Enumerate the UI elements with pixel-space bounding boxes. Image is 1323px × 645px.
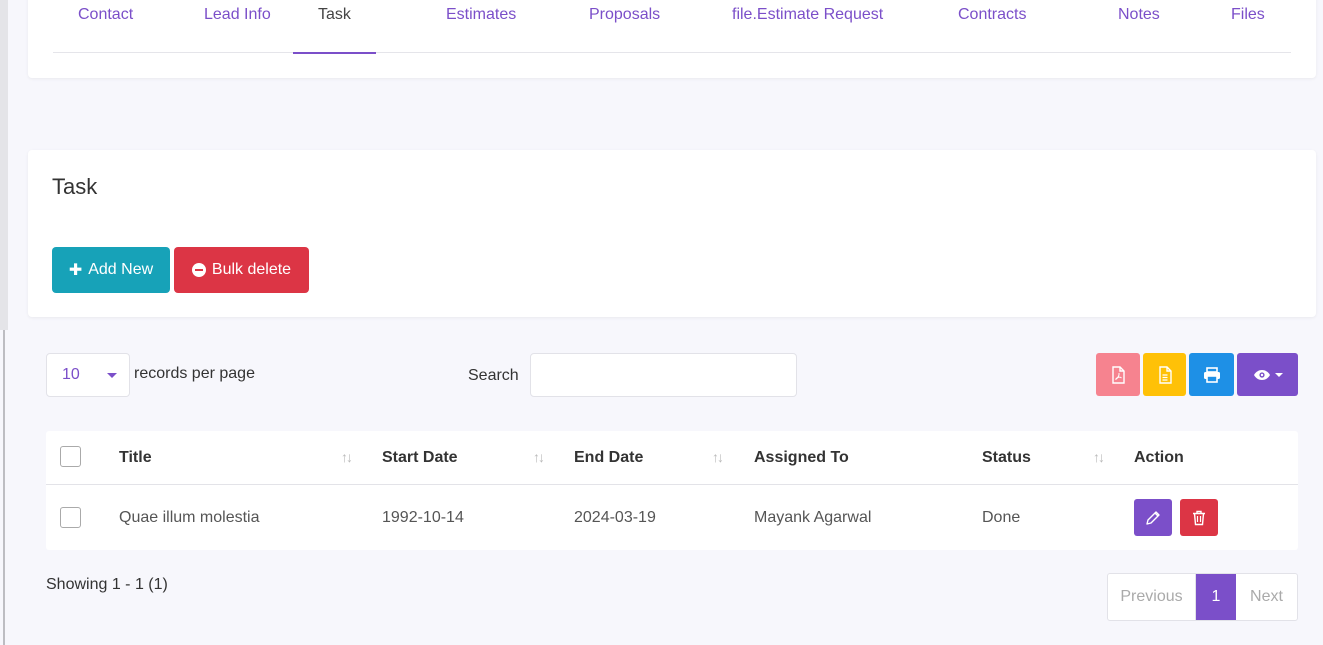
left-rail-line bbox=[3, 330, 5, 645]
tab-files[interactable]: Files bbox=[1231, 0, 1265, 53]
search-label: Search bbox=[468, 367, 519, 384]
header-status[interactable]: Status bbox=[982, 449, 1031, 467]
header-end-date[interactable]: End Date bbox=[574, 449, 643, 467]
header-action: Action bbox=[1134, 449, 1184, 466]
left-rail bbox=[0, 0, 8, 330]
export-pdf-button[interactable] bbox=[1096, 353, 1140, 396]
tab-task[interactable]: Task bbox=[293, 0, 376, 54]
cell-end-date: 2024-03-19 bbox=[574, 509, 656, 526]
bulk-delete-label: Bulk delete bbox=[211, 261, 292, 278]
cell-start-date: 1992-10-14 bbox=[382, 509, 464, 526]
per-page-value: 10 bbox=[62, 366, 80, 383]
print-button[interactable] bbox=[1189, 353, 1234, 396]
sort-icon[interactable]: ↑↓ bbox=[341, 449, 353, 465]
cell-status: Done bbox=[982, 509, 1021, 526]
header-title[interactable]: Title bbox=[119, 449, 152, 467]
previous-page-button[interactable]: Previous bbox=[1108, 574, 1196, 620]
plus-icon: ✚ bbox=[68, 262, 83, 279]
pagination: Previous 1 Next bbox=[1107, 573, 1298, 621]
search-input[interactable] bbox=[530, 353, 797, 397]
cell-assigned-to: Mayank Agarwal bbox=[754, 509, 872, 526]
print-icon bbox=[1203, 366, 1220, 383]
trash-icon bbox=[1193, 510, 1205, 525]
add-new-label: Add New bbox=[88, 261, 154, 278]
page-1-button[interactable]: 1 bbox=[1196, 574, 1236, 620]
caret-down-icon bbox=[1274, 372, 1283, 377]
tabs-card: Contact Lead Info Task Estimates Proposa… bbox=[28, 0, 1316, 78]
table-header: Title ↑↓ Start Date ↑↓ End Date ↑↓ Assig… bbox=[46, 431, 1298, 485]
records-per-page-label: records per page bbox=[134, 365, 255, 382]
task-card: Task ✚ Add New Bulk delete bbox=[28, 150, 1316, 317]
row-checkbox[interactable] bbox=[60, 507, 81, 528]
bulk-delete-button[interactable]: Bulk delete bbox=[174, 247, 309, 293]
next-page-button[interactable]: Next bbox=[1236, 574, 1297, 620]
tab-proposals[interactable]: Proposals bbox=[589, 0, 660, 53]
tab-notes[interactable]: Notes bbox=[1118, 0, 1160, 53]
select-all-checkbox[interactable] bbox=[60, 446, 81, 467]
task-table: Title ↑↓ Start Date ↑↓ End Date ↑↓ Assig… bbox=[46, 431, 1298, 550]
column-visibility-button[interactable] bbox=[1237, 353, 1298, 396]
cell-title: Quae illum molestia bbox=[119, 509, 260, 526]
tab-estimates[interactable]: Estimates bbox=[446, 0, 516, 53]
tab-contact[interactable]: Contact bbox=[78, 0, 133, 53]
pencil-icon bbox=[1146, 510, 1160, 525]
minus-circle-icon bbox=[191, 263, 206, 277]
sort-icon[interactable]: ↑↓ bbox=[1093, 449, 1105, 465]
edit-button[interactable] bbox=[1134, 499, 1172, 536]
add-new-button[interactable]: ✚ Add New bbox=[52, 247, 170, 293]
eye-icon bbox=[1253, 369, 1270, 380]
page-title: Task bbox=[52, 174, 98, 199]
table-row: Quae illum molestia 1992-10-14 2024-03-1… bbox=[46, 485, 1298, 550]
tab-estimate-request[interactable]: file.Estimate Request bbox=[732, 0, 883, 53]
pdf-file-icon bbox=[1112, 365, 1125, 384]
tab-lead-info[interactable]: Lead Info bbox=[204, 0, 271, 53]
tab-contracts[interactable]: Contracts bbox=[958, 0, 1026, 53]
tab-bar: Contact Lead Info Task Estimates Proposa… bbox=[53, 0, 1291, 54]
chevron-down-icon bbox=[107, 373, 117, 378]
header-assigned-to: Assigned To bbox=[754, 449, 849, 466]
export-csv-button[interactable] bbox=[1143, 353, 1186, 396]
sort-icon[interactable]: ↑↓ bbox=[533, 449, 545, 465]
header-start-date[interactable]: Start Date bbox=[382, 449, 458, 467]
delete-button[interactable] bbox=[1180, 499, 1218, 536]
csv-file-icon bbox=[1158, 365, 1172, 384]
sort-icon[interactable]: ↑↓ bbox=[712, 449, 724, 465]
showing-count: Showing 1 - 1 (1) bbox=[46, 576, 168, 593]
records-per-page-select[interactable]: 10 bbox=[46, 353, 130, 397]
